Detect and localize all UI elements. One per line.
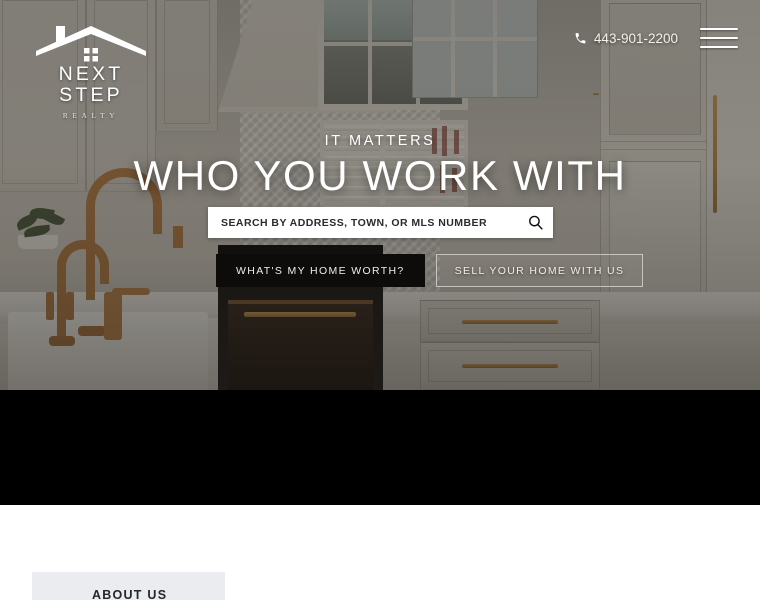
search-band: SEARCH BY COMMUNITY SEARCH BY PROPERTY T… [0,390,760,505]
search-submit-button[interactable] [517,207,553,238]
sell-your-home-button[interactable]: SELL YOUR HOME WITH US [435,254,644,287]
home-worth-button[interactable]: WHAT'S MY HOME WORTH? [216,254,425,287]
hero-content: IT MATTERS WHO YOU WORK WITH WHAT'S MY H… [0,0,760,390]
hero-headline: WHO YOU WORK WITH [133,152,627,199]
hero-section: NEXT STEP REALTY 443-901-2200 IT MATTERS… [0,0,760,390]
about-us-label: ABOUT US [92,588,168,600]
page-root: NEXT STEP REALTY 443-901-2200 IT MATTERS… [0,0,760,600]
search-icon [528,215,543,230]
hero-eyebrow: IT MATTERS [324,133,436,149]
property-search-bar[interactable] [208,207,553,238]
hero-cta-row: WHAT'S MY HOME WORTH? SELL YOUR HOME WIT… [216,254,644,287]
about-us-block[interactable]: ABOUT US [32,572,225,600]
search-input[interactable] [208,207,517,238]
